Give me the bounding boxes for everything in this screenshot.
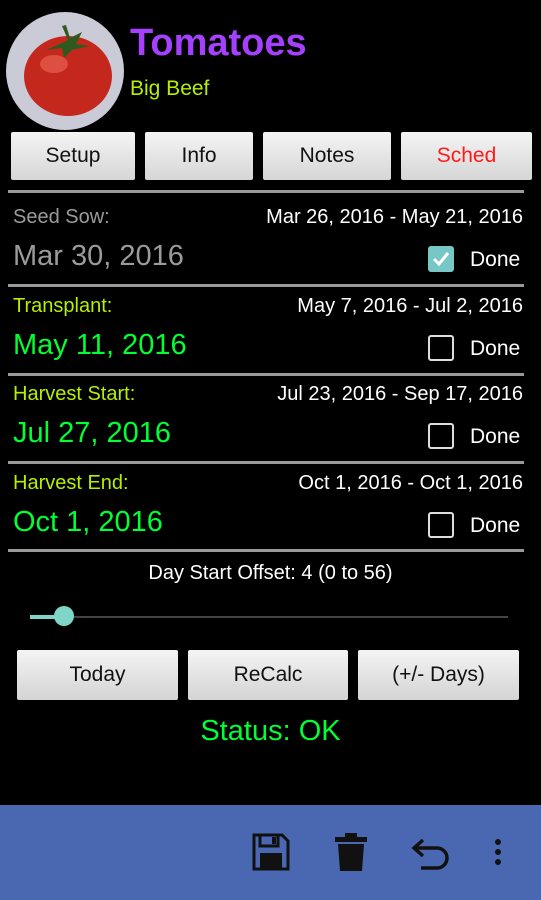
crop-variety: Big Beef [130, 77, 210, 100]
divider [8, 190, 524, 193]
divider [8, 284, 524, 287]
harvest-start-done-checkbox[interactable] [428, 423, 454, 449]
tab-sched-label: Sched [436, 144, 497, 167]
adjust-days-button[interactable]: (+/- Days) [358, 650, 519, 700]
day-start-offset-label: Day Start Offset: 4 (0 to 56) [148, 562, 393, 584]
recalc-button-label: ReCalc [233, 663, 303, 686]
adjust-days-button-label: (+/- Days) [392, 663, 485, 686]
overflow-menu-icon[interactable] [486, 832, 510, 872]
seed-sow-done-checkbox[interactable] [428, 246, 454, 272]
tab-sched[interactable]: Sched [401, 132, 532, 180]
divider [8, 461, 524, 464]
save-icon[interactable] [251, 832, 291, 872]
today-button[interactable]: Today [17, 650, 178, 700]
harvest-start-range: Jul 23, 2016 - Sep 17, 2016 [277, 383, 523, 405]
divider [8, 549, 524, 552]
harvest-end-done-checkbox[interactable] [428, 512, 454, 538]
delete-icon[interactable] [333, 832, 373, 872]
transplant-done-label[interactable]: Done [470, 338, 520, 359]
recalc-button[interactable]: ReCalc [188, 650, 348, 700]
transplant-range: May 7, 2016 - Jul 2, 2016 [297, 295, 523, 317]
tab-setup[interactable]: Setup [11, 132, 135, 180]
harvest-start-done-label[interactable]: Done [470, 426, 520, 447]
harvest-start-date[interactable]: Jul 27, 2016 [13, 419, 171, 448]
seed-sow-range: Mar 26, 2016 - May 21, 2016 [266, 206, 523, 228]
tab-setup-label: Setup [45, 144, 101, 167]
harvest-end-range: Oct 1, 2016 - Oct 1, 2016 [298, 472, 523, 494]
transplant-label: Transplant: [13, 295, 113, 317]
tomato-icon [7, 13, 123, 129]
crop-avatar [6, 12, 124, 130]
undo-icon[interactable] [411, 832, 451, 872]
tab-info[interactable]: Info [145, 132, 253, 180]
seed-sow-done-label[interactable]: Done [470, 249, 520, 270]
seed-sow-date[interactable]: Mar 30, 2016 [13, 242, 184, 271]
offset-slider-track[interactable] [30, 616, 508, 618]
tab-info-label: Info [181, 144, 217, 167]
crop-title: Tomatoes [130, 22, 307, 64]
tab-notes-label: Notes [299, 144, 355, 167]
harvest-end-done-label[interactable]: Done [470, 515, 520, 536]
transplant-done-checkbox[interactable] [428, 335, 454, 361]
today-button-label: Today [69, 663, 126, 686]
harvest-end-date[interactable]: Oct 1, 2016 [13, 508, 163, 537]
divider [8, 373, 524, 376]
seed-sow-label: Seed Sow: [13, 206, 110, 228]
offset-slider-thumb[interactable] [54, 606, 74, 626]
harvest-end-label: Harvest End: [13, 472, 129, 494]
transplant-date[interactable]: May 11, 2016 [13, 331, 187, 360]
status-text: Status: OK [200, 715, 341, 747]
tab-notes[interactable]: Notes [263, 132, 391, 180]
harvest-start-label: Harvest Start: [13, 383, 136, 405]
check-icon [432, 252, 450, 267]
